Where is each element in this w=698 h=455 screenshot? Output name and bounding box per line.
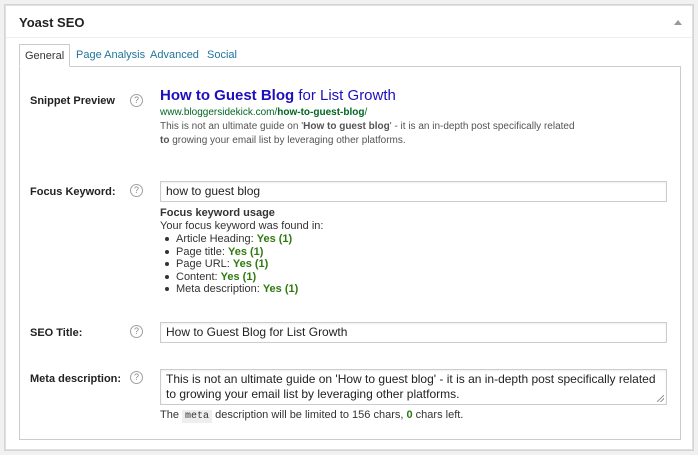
screenshot-frame: Yoast SEO General Page Analysis Advanced…: [4, 4, 694, 451]
list-item: Content: Yes (1): [165, 271, 323, 284]
list-item: Page URL: Yes (1): [165, 258, 323, 271]
meta-code: meta: [182, 410, 213, 423]
meta-description-textarea[interactable]: This is not an ultimate guide on 'How to…: [160, 369, 667, 405]
meta-limit-note: The meta description will be limited to …: [160, 409, 464, 423]
usage-list: Article Heading: Yes (1) Page title: Yes…: [165, 233, 323, 296]
focus-help-icon[interactable]: ?: [130, 184, 143, 197]
usage-heading: Focus keyword usage: [160, 207, 275, 219]
list-item: Meta description: Yes (1): [165, 283, 323, 296]
focus-keyword-label: Focus Keyword:: [30, 186, 116, 198]
meta-help-icon[interactable]: ?: [130, 371, 143, 384]
seo-title-help-icon[interactable]: ?: [130, 325, 143, 338]
resize-handle-icon[interactable]: [657, 395, 664, 402]
snippet-title: How to Guest Blog for List Growth: [160, 87, 396, 104]
tab-advanced[interactable]: Advanced: [145, 44, 204, 67]
snippet-description: This is not an ultimate guide on 'How to…: [160, 121, 575, 146]
tab-page-analysis[interactable]: Page Analysis: [71, 44, 150, 67]
metabox-title: Yoast SEO: [19, 15, 85, 30]
seo-title-input[interactable]: How to Guest Blog for List Growth: [160, 322, 667, 343]
general-tab-panel: Snippet Preview ? How to Guest Blog for …: [19, 66, 681, 440]
collapse-arrow-icon[interactable]: [674, 20, 682, 25]
snippet-url: www.bloggersidekick.com/how-to-guest-blo…: [160, 107, 368, 118]
tab-general[interactable]: General: [19, 44, 71, 67]
metabox-header[interactable]: Yoast SEO: [6, 6, 692, 38]
list-item: Article Heading: Yes (1): [165, 233, 323, 246]
snippet-preview-label: Snippet Preview: [30, 95, 115, 107]
tab-bar: General Page Analysis Advanced Social: [19, 44, 679, 67]
seo-title-label: SEO Title:: [30, 327, 83, 339]
usage-found-text: Your focus keyword was found in:: [160, 220, 324, 232]
snippet-help-icon[interactable]: ?: [130, 94, 143, 107]
yoast-metabox: Yoast SEO General Page Analysis Advanced…: [5, 5, 693, 450]
focus-keyword-input[interactable]: how to guest blog: [160, 181, 667, 202]
meta-description-label: Meta description:: [30, 373, 122, 385]
snippet-preview: How to Guest Blog for List Growth www.bl…: [160, 87, 580, 148]
tab-social[interactable]: Social: [202, 44, 242, 67]
focus-keyword-usage: Focus keyword usage Your focus keyword w…: [160, 207, 323, 296]
chars-left-count: 0: [406, 409, 413, 421]
list-item: Page title: Yes (1): [165, 246, 323, 259]
